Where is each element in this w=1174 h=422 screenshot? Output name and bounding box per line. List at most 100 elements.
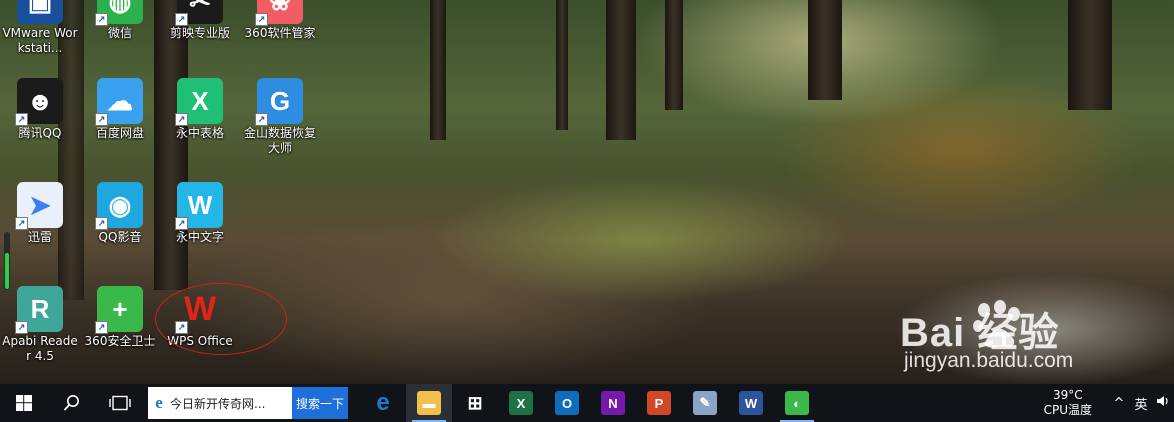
task-view-button[interactable] [96, 384, 144, 422]
desktop-icon-yozo-writer[interactable]: W ↗ 永中文字 [160, 182, 240, 245]
tree-trunk [665, 0, 683, 110]
browser-search-button[interactable]: 搜索一下 [292, 387, 348, 419]
kingsoft-recovery-icon: G ↗ [255, 78, 303, 126]
apabi-reader-icon: R ↗ [15, 286, 63, 334]
pinned-apps: e ▬ ⊞ X O N P ✎ W ◐ [360, 384, 820, 422]
cpu-temp-value: 39°C [1052, 388, 1083, 402]
windows-logo-icon [16, 395, 32, 411]
edge-icon: e [376, 389, 390, 416]
wechat-icon: ◍ ↗ [95, 0, 143, 26]
desktop-icon-label: VMware Workstati... [2, 26, 78, 55]
taskbar: e 今日新开传奇网... 搜索一下 e ▬ ⊞ X O N P ✎ W ◐ 39°C CPU温度 … [0, 384, 1174, 422]
tree-trunk [430, 0, 446, 140]
taskbar-app-360-browser[interactable]: ◐ [774, 384, 820, 422]
shortcut-arrow-icon: ↗ [15, 321, 28, 334]
baidu-paw-icon [973, 300, 1020, 348]
shortcut-arrow-icon: ↗ [15, 113, 28, 126]
desktop-icon-baidu-netdisk[interactable]: ☁ ↗ 百度网盘 [80, 78, 160, 141]
store-bag-icon: ⊞ [467, 392, 483, 413]
browser-search-text: 今日新开传奇网... [170, 396, 266, 411]
360-safe-icon: + ↗ [95, 286, 143, 334]
yozo-writer-icon: W ↗ [175, 182, 223, 230]
powerpoint-icon: P [647, 391, 671, 415]
highlight-circle [155, 283, 287, 355]
desktop-icon-label: 剪映专业版 [169, 26, 230, 40]
tree-trunk [556, 0, 568, 130]
desktop-icon-label: 腾讯QQ [18, 126, 62, 140]
search-button[interactable] [48, 384, 96, 422]
shortcut-arrow-icon: ↗ [15, 217, 28, 230]
desktop-icon-label: 金山数据恢复大师 [243, 126, 316, 155]
desktop-icon-label: 百度网盘 [95, 126, 144, 140]
desktop-icon-label: Apabi Reader 4.5 [2, 334, 78, 363]
desktop-icon-label: 永中文字 [175, 230, 224, 244]
taskbar-app-powerpoint[interactable]: P [636, 384, 682, 422]
taskbar-app-file-explorer[interactable]: ▬ [406, 384, 452, 422]
cpu-temp-label: CPU温度 [1043, 403, 1092, 417]
desktop-icon-jianying[interactable]: ✂ ↗ 剪映专业版 [160, 0, 240, 41]
tray-chevron-icon[interactable]: ^ [1108, 396, 1130, 411]
desktop-icon-360-safe[interactable]: + ↗ 360安全卫士 [80, 286, 160, 349]
desktop-icon-label: 微信 [107, 26, 132, 40]
tree-trunk [1068, 0, 1112, 110]
taskbar-app-paint[interactable]: ✎ [682, 384, 728, 422]
cpu-temperature[interactable]: 39°C CPU温度 [1044, 388, 1092, 418]
desktop-icon-xunlei[interactable]: ➤ ↗ 迅雷 [0, 182, 80, 245]
search-icon [63, 395, 79, 411]
shortcut-arrow-icon: ↗ [255, 113, 268, 126]
excel-icon: X [509, 391, 533, 415]
shortcut-arrow-icon: ↗ [95, 13, 108, 26]
taskbar-app-excel[interactable]: X [498, 384, 544, 422]
desktop-icon-vmware[interactable]: ▣ VMware Workstati... [0, 0, 80, 56]
start-button[interactable] [0, 384, 48, 422]
desktop-icon-kingsoft-recovery[interactable]: G ↗ 金山数据恢复大师 [240, 78, 320, 156]
desktop-icon-qq-penguin[interactable]: ☻ ↗ 腾讯QQ [0, 78, 80, 141]
yozo-sheet-icon: X ↗ [175, 78, 223, 126]
ime-indicator[interactable]: 英 [1130, 394, 1152, 413]
ie-icon: e [155, 393, 163, 412]
word-icon: W [739, 391, 763, 415]
outlook-icon: O [555, 391, 579, 415]
browser-search-field[interactable]: e 今日新开传奇网... [148, 387, 292, 419]
tree-trunk [808, 0, 842, 100]
vmware-icon: ▣ [17, 0, 63, 24]
taskbar-app-edge[interactable]: e [360, 384, 406, 422]
shortcut-arrow-icon: ↗ [175, 13, 188, 26]
360-browser-icon: ◐ [785, 391, 809, 415]
desktop-icon-label: 迅雷 [27, 230, 52, 244]
shortcut-arrow-icon: ↗ [175, 113, 188, 126]
taskbar-app-store[interactable]: ⊞ [452, 384, 498, 422]
qq-penguin-icon: ☻ ↗ [15, 78, 63, 126]
taskbar-app-word[interactable]: W [728, 384, 774, 422]
tree-trunk [154, 0, 188, 290]
desktop-icon-qq-player[interactable]: ◉ ↗ QQ影音 [80, 182, 160, 245]
desktop-icon-apabi-reader[interactable]: R ↗ Apabi Reader 4.5 [0, 286, 80, 364]
task-view-icon [109, 395, 131, 411]
folder-icon: ▬ [417, 391, 441, 415]
side-indicator [4, 232, 10, 290]
desktop-icon-label: QQ影音 [98, 230, 142, 244]
desktop-icon-yozo-sheet[interactable]: X ↗ 永中表格 [160, 78, 240, 141]
shortcut-arrow-icon: ↗ [175, 217, 188, 230]
taskbar-app-onenote[interactable]: N [590, 384, 636, 422]
xunlei-icon: ➤ ↗ [15, 182, 63, 230]
taskbar-app-outlook[interactable]: O [544, 384, 590, 422]
volume-icon[interactable] [1152, 394, 1174, 412]
onenote-icon: N [601, 391, 625, 415]
speaker-icon [1157, 396, 1168, 406]
desktop-icon-label: 360软件管家 [244, 26, 316, 40]
360-software-icon: ❀ ↗ [255, 0, 303, 26]
shortcut-arrow-icon: ↗ [95, 113, 108, 126]
shortcut-arrow-icon: ↗ [95, 321, 108, 334]
system-tray: 39°C CPU温度 ^ 英 [1044, 384, 1174, 422]
qq-player-icon: ◉ ↗ [95, 182, 143, 230]
shortcut-arrow-icon: ↗ [95, 217, 108, 230]
watermark-url: jingyan.baidu.com [904, 349, 1074, 372]
desktop-icon-wechat[interactable]: ◍ ↗ 微信 [80, 0, 160, 41]
side-indicator-fill [5, 253, 9, 289]
desktop-icon-360-software[interactable]: ❀ ↗ 360软件管家 [240, 0, 320, 41]
desktop-icon-label: 360安全卫士 [84, 334, 156, 348]
jianying-icon: ✂ ↗ [175, 0, 223, 26]
baidu-netdisk-icon: ☁ ↗ [95, 78, 143, 126]
shortcut-arrow-icon: ↗ [255, 13, 268, 26]
